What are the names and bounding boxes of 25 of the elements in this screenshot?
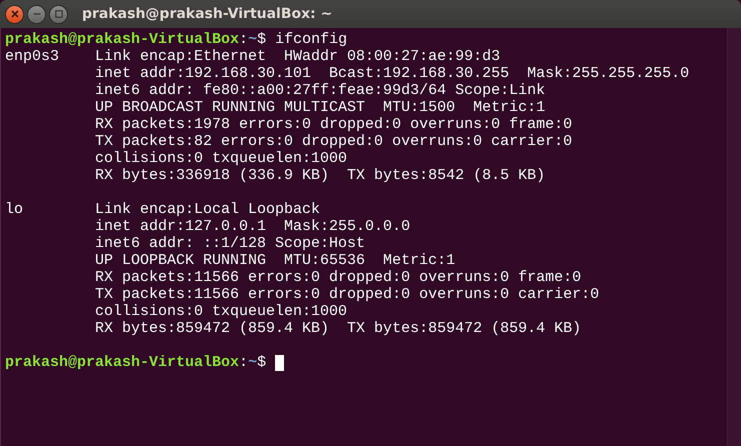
output-line: TX packets:11566 errors:0 dropped:0 overruns:0 carrier:0 — [94, 286, 600, 303]
minimize-button[interactable] — [27, 4, 46, 24]
prompt-line: prakash@prakash-VirtualBox:~$ ifconfig — [5, 31, 348, 48]
output-line: RX packets:1978 errors:0 dropped:0 overruns:0 frame:0 — [94, 116, 572, 133]
close-icon — [10, 10, 18, 18]
output-line: inet addr:127.0.0.1 Mask:255.0.0.0 — [94, 218, 410, 235]
maximize-button[interactable] — [49, 4, 68, 24]
output-line: collisions:0 txqueuelen:1000 — [94, 150, 348, 167]
output-line: RX packets:11566 errors:0 dropped:0 overruns:0 frame:0 — [94, 269, 582, 286]
output-line: RX bytes:859472 (859.4 KB) TX bytes:859472 (859.4 KB) — [94, 320, 582, 337]
maximize-icon — [54, 10, 62, 18]
output-line: collisions:0 txqueuelen:1000 — [94, 303, 348, 320]
output-line: inet addr:192.168.30.101 Bcast:192.168.30.255 Mask:255.255.255.0 — [94, 65, 690, 82]
prompt-line: prakash@prakash-VirtualBox:~$ — [5, 354, 266, 371]
output-line: RX bytes:336918 (336.9 KB) TX bytes:8542 (8.5 KB) — [94, 167, 546, 184]
window-title: prakash@prakash-VirtualBox: ~ — [82, 6, 332, 22]
output-line: TX packets:82 errors:0 dropped:0 overruns:0 carrier:0 — [94, 133, 572, 150]
output-line: UP BROADCAST RUNNING MULTICAST MTU:1500 Metric:1 — [94, 99, 546, 116]
output-line: inet6 addr: fe80::a00:27ff:feae:99d3/64 Scope:Link — [94, 82, 546, 99]
output-line: lo Link encap:Local Loopback — [5, 201, 320, 218]
close-button[interactable] — [5, 4, 24, 24]
scrollbar[interactable] — [727, 28, 741, 446]
output-line: inet6 addr: ::1/128 Scope:Host — [94, 235, 366, 252]
output-line: UP LOOPBACK RUNNING MTU:65536 Metric:1 — [94, 252, 456, 269]
output-line: enp0s3 Link encap:Ethernet HWaddr 08:00:27:ae:99:d3 — [5, 48, 500, 65]
